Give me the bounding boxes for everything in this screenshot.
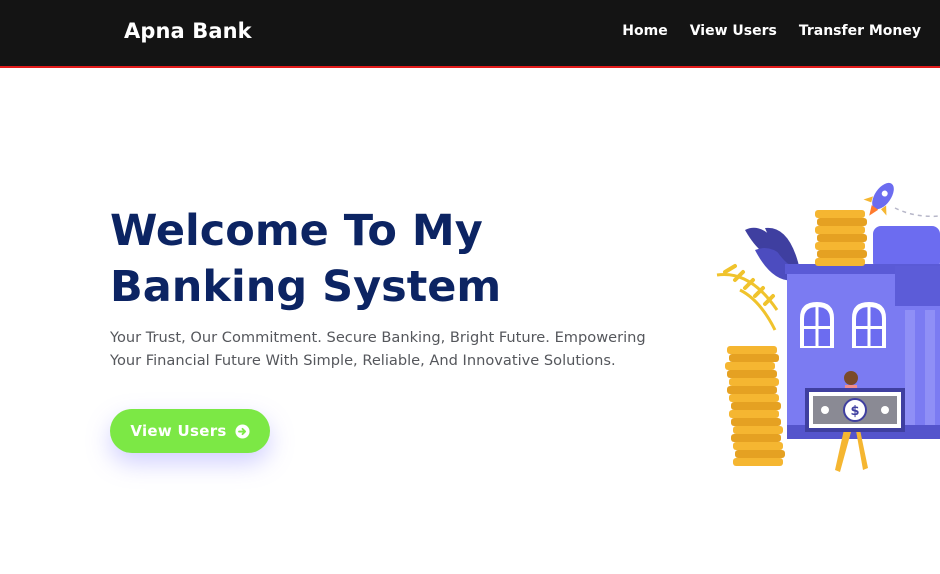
hero-title: Welcome To My Banking System — [110, 206, 502, 312]
view-users-button-label: View Users — [130, 422, 227, 440]
nav-link-transfer-money[interactable]: Transfer Money — [799, 23, 921, 39]
nav-link-home[interactable]: Home — [622, 23, 667, 39]
brand-logo[interactable]: Apna Bank — [124, 19, 252, 43]
bank-building-illustration: $ — [716, 182, 940, 472]
coin-stack-icon — [815, 210, 867, 266]
arrow-circle-right-icon — [235, 423, 250, 439]
view-users-button[interactable]: View Users — [110, 409, 270, 453]
hero-subtitle: Your Trust, Our Commitment. Secure Banki… — [110, 329, 646, 369]
navbar: Apna Bank Home View Users Transfer Money — [0, 0, 940, 68]
nav-links: Home View Users Transfer Money — [622, 23, 921, 39]
svg-text:$: $ — [850, 404, 859, 419]
coin-stack-icon — [725, 346, 785, 466]
banknote-icon: $ — [805, 388, 905, 432]
nav-link-view-users[interactable]: View Users — [690, 23, 777, 39]
